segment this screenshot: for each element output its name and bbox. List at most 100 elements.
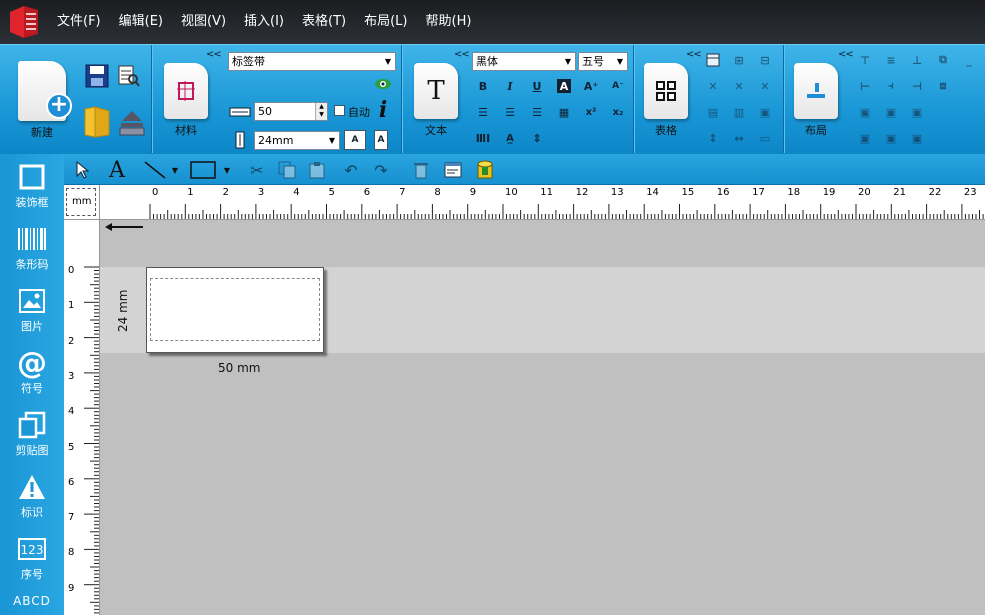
- eye-icon[interactable]: [374, 75, 392, 93]
- menu-item[interactable]: 文件(F): [48, 0, 110, 44]
- info-icon[interactable]: i: [374, 97, 392, 123]
- print-preview-icon[interactable]: [116, 63, 142, 89]
- table-button[interactable]: 表格: [638, 63, 694, 138]
- italic-button[interactable]: I: [501, 77, 519, 95]
- align-top-icon[interactable]: ⊤: [856, 51, 874, 69]
- chevron-down-icon[interactable]: ▼: [168, 159, 182, 181]
- menu-item[interactable]: 视图(V): [172, 0, 235, 44]
- align-hleft-icon[interactable]: ⊢: [856, 77, 874, 95]
- properties-icon[interactable]: [442, 159, 464, 181]
- tool-clipart[interactable]: 剪贴图: [0, 410, 64, 458]
- label-page[interactable]: [146, 267, 324, 353]
- col-width-icon[interactable]: ↔: [730, 129, 748, 147]
- same-size-icon[interactable]: ▣: [908, 103, 926, 121]
- ruler-tick-label: 17: [752, 187, 765, 198]
- subscript-icon[interactable]: x₂: [609, 103, 627, 121]
- superscript-icon[interactable]: x²: [582, 103, 600, 121]
- collapse-material[interactable]: <<: [206, 49, 222, 60]
- open-folder-icon[interactable]: [82, 105, 112, 139]
- align-bottom-icon[interactable]: ⊥: [908, 51, 926, 69]
- pointer-icon[interactable]: [72, 159, 92, 181]
- char-spacing-icon[interactable]: ⅢⅠ: [474, 129, 492, 147]
- send-back-icon[interactable]: _: [960, 51, 978, 69]
- spinner-icon[interactable]: ▲ ▼: [315, 103, 327, 120]
- vertical-text-frame-icon[interactable]: A: [374, 130, 388, 150]
- text-frame-icon[interactable]: A: [344, 130, 366, 150]
- collapse-table[interactable]: <<: [686, 49, 702, 60]
- label-type-select[interactable]: 标签带 ▼: [228, 52, 396, 71]
- tool-serial[interactable]: 123 序号: [0, 534, 64, 582]
- chevron-down-icon[interactable]: ▼: [220, 159, 234, 181]
- menu-item[interactable]: 编辑(E): [110, 0, 172, 44]
- line-spacing-icon[interactable]: ⇕: [528, 129, 546, 147]
- collapse-text[interactable]: <<: [454, 49, 470, 60]
- same-height-icon[interactable]: ▣: [882, 129, 900, 147]
- distribute-v-icon[interactable]: ▣: [882, 103, 900, 121]
- height-select[interactable]: 24mm ▼: [254, 131, 340, 150]
- delete-col-icon[interactable]: ✕: [756, 77, 774, 95]
- tool-barcode[interactable]: 条形码: [0, 224, 64, 272]
- ruler-tick-label: 5: [328, 187, 335, 198]
- merge-cell-icon[interactable]: ⊟: [756, 51, 774, 69]
- text-invert-icon[interactable]: A: [557, 79, 571, 93]
- font-shrink-icon[interactable]: A⁻: [609, 77, 627, 95]
- width-input[interactable]: 50 ▲ ▼: [254, 102, 328, 121]
- align-left-icon[interactable]: ☰: [474, 103, 492, 121]
- rectangle-tool-icon[interactable]: [188, 159, 218, 181]
- save-icon[interactable]: [84, 63, 110, 89]
- tool-symbol[interactable]: @ 符号: [0, 346, 64, 396]
- tool-text-partial[interactable]: ABCD: [0, 594, 64, 608]
- design-canvas[interactable]: 50 mm 24 mm: [100, 220, 985, 615]
- collapse-layout[interactable]: <<: [838, 49, 854, 60]
- table-props-icon[interactable]: [704, 51, 722, 69]
- underline-button[interactable]: U: [528, 77, 546, 95]
- auto-checkbox[interactable]: [334, 105, 345, 116]
- align-right-icon[interactable]: ☰: [528, 103, 546, 121]
- material-button[interactable]: 材料: [158, 63, 214, 138]
- line-tool-icon[interactable]: [142, 159, 168, 181]
- same-width-icon[interactable]: ▣: [856, 129, 874, 147]
- database-icon[interactable]: [474, 159, 496, 181]
- row-height-icon[interactable]: ↕: [704, 129, 722, 147]
- redo-icon[interactable]: ↷: [370, 159, 392, 181]
- tool-sign[interactable]: 标识: [0, 472, 64, 520]
- tool-image[interactable]: 图片: [0, 286, 64, 334]
- vertical-text-icon[interactable]: A̲: [501, 129, 519, 147]
- copy-icon[interactable]: [276, 159, 298, 181]
- split-cell-icon[interactable]: ⊞: [730, 51, 748, 69]
- menu-item[interactable]: 帮助(H): [417, 0, 481, 44]
- tool-decoration-frame[interactable]: 装饰框: [0, 162, 64, 210]
- menu-item[interactable]: 布局(L): [355, 0, 416, 44]
- font-size-select[interactable]: 五号 ▼: [578, 52, 628, 71]
- cut-icon[interactable]: ✂: [246, 159, 268, 181]
- delete-icon[interactable]: [410, 159, 432, 181]
- delete-row-icon[interactable]: ✕: [730, 77, 748, 95]
- font-select[interactable]: 黑体 ▼: [472, 52, 576, 71]
- group-icon[interactable]: ⧈: [934, 77, 952, 95]
- menu-item[interactable]: 表格(T): [293, 0, 355, 44]
- align-hright-icon[interactable]: ⊣: [908, 77, 926, 95]
- delete-table-icon[interactable]: ✕: [704, 77, 722, 95]
- paste-icon[interactable]: [306, 159, 328, 181]
- menu-item[interactable]: 插入(I): [235, 0, 293, 44]
- align-hcenter-icon[interactable]: ⫞: [882, 77, 900, 95]
- eject-print-icon[interactable]: [118, 109, 146, 137]
- font-grow-icon[interactable]: A⁺: [582, 77, 600, 95]
- text-tool-icon[interactable]: A: [106, 158, 128, 183]
- insert-row-icon[interactable]: ▤: [704, 103, 722, 121]
- cell-border-icon[interactable]: ▭: [756, 129, 774, 147]
- insert-col-icon[interactable]: ▥: [730, 103, 748, 121]
- align-center-icon[interactable]: ☰: [501, 103, 519, 121]
- layout-button[interactable]: 布局: [788, 63, 844, 138]
- undo-icon[interactable]: ↶: [340, 159, 362, 181]
- bring-front-icon[interactable]: ⧉: [934, 51, 952, 69]
- justify-icon[interactable]: ▦: [555, 103, 573, 121]
- ribbon-group-material: << 材料 标签带 ▼ 50 ▲ ▼ 自动 i 24mm ▼ A A: [152, 45, 402, 153]
- distribute-h-icon[interactable]: ▣: [856, 103, 874, 121]
- cell-style-icon[interactable]: ▣: [756, 103, 774, 121]
- text-button[interactable]: T 文本: [408, 63, 464, 138]
- center-page-icon[interactable]: ▣: [908, 129, 926, 147]
- align-middle-icon[interactable]: ≡: [882, 51, 900, 69]
- new-button[interactable]: + 新建: [14, 61, 72, 140]
- bold-button[interactable]: B: [474, 77, 492, 95]
